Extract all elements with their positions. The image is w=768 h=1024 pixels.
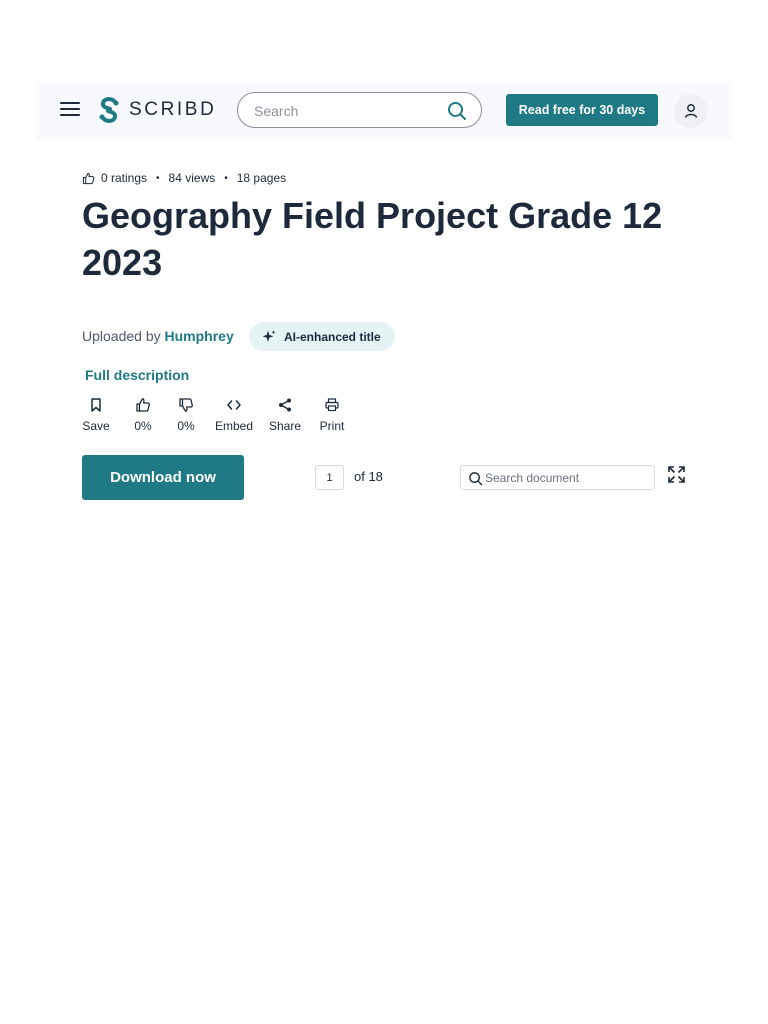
fullscreen-icon[interactable] — [668, 466, 685, 483]
search-document-input[interactable]: Search document — [460, 465, 655, 490]
thumbs-down-icon — [179, 398, 193, 412]
author-link[interactable]: Humphrey — [165, 328, 234, 344]
sparkle-icon — [262, 329, 276, 342]
uploader-info: Uploaded by Humphrey — [82, 328, 234, 344]
ratings-count: 0 ratings — [101, 171, 148, 185]
save-button[interactable]: Save — [82, 397, 110, 433]
scribd-logo[interactable]: SCRIBD — [97, 96, 216, 124]
site-search-input[interactable]: Search — [237, 92, 482, 128]
downvote-percent: 0% — [177, 419, 195, 433]
downvote-button[interactable]: 0% — [171, 397, 201, 433]
share-button[interactable]: Share — [268, 397, 302, 433]
upvote-percent: 0% — [134, 419, 152, 433]
user-icon — [684, 104, 698, 118]
page-total-label: of 18 — [354, 469, 383, 484]
code-icon — [227, 400, 241, 410]
ai-badge-label: AI-enhanced title — [284, 329, 381, 344]
page-number-input[interactable]: 1 — [315, 465, 344, 490]
document-actions: Save 0% 0% Embed Share Print — [82, 397, 347, 433]
search-document-placeholder: Search document — [485, 471, 580, 485]
document-stats: 0 ratings • 84 views • 18 pages — [82, 171, 286, 185]
embed-button[interactable]: Embed — [213, 397, 255, 433]
thumbs-up-icon — [82, 172, 95, 184]
thumbs-up-icon — [136, 398, 150, 412]
print-button[interactable]: Print — [317, 397, 347, 433]
search-icon[interactable] — [447, 101, 467, 121]
search-placeholder: Search — [254, 103, 299, 119]
scribd-logo-mark-icon — [99, 97, 119, 123]
separator-dot: • — [156, 172, 160, 184]
read-free-button[interactable]: Read free for 30 days — [506, 94, 658, 126]
share-label: Share — [268, 419, 302, 433]
top-header: SCRIBD Search Read free for 30 days — [37, 81, 732, 139]
separator-dot: • — [224, 172, 228, 184]
share-icon — [279, 398, 291, 412]
views-count: 84 views — [168, 171, 216, 185]
upvote-button[interactable]: 0% — [128, 397, 158, 433]
uploaded-by-label: Uploaded by — [82, 328, 161, 344]
bookmark-icon — [91, 398, 101, 412]
document-title: Geography Field Project Grade 12 2023 — [82, 195, 663, 283]
full-description-link[interactable]: Full description — [85, 367, 189, 383]
pages-count: 18 pages — [236, 171, 287, 185]
print-label: Print — [319, 419, 345, 433]
ai-enhanced-badge[interactable]: AI-enhanced title — [249, 322, 395, 351]
logo-wordmark: SCRIBD — [129, 99, 217, 120]
save-label: Save — [82, 419, 110, 433]
print-icon — [325, 398, 339, 412]
search-icon — [469, 472, 483, 486]
download-now-button[interactable]: Download now — [82, 455, 244, 500]
embed-label: Embed — [214, 419, 254, 433]
menu-icon[interactable] — [60, 102, 80, 118]
user-account-button[interactable] — [674, 94, 708, 128]
